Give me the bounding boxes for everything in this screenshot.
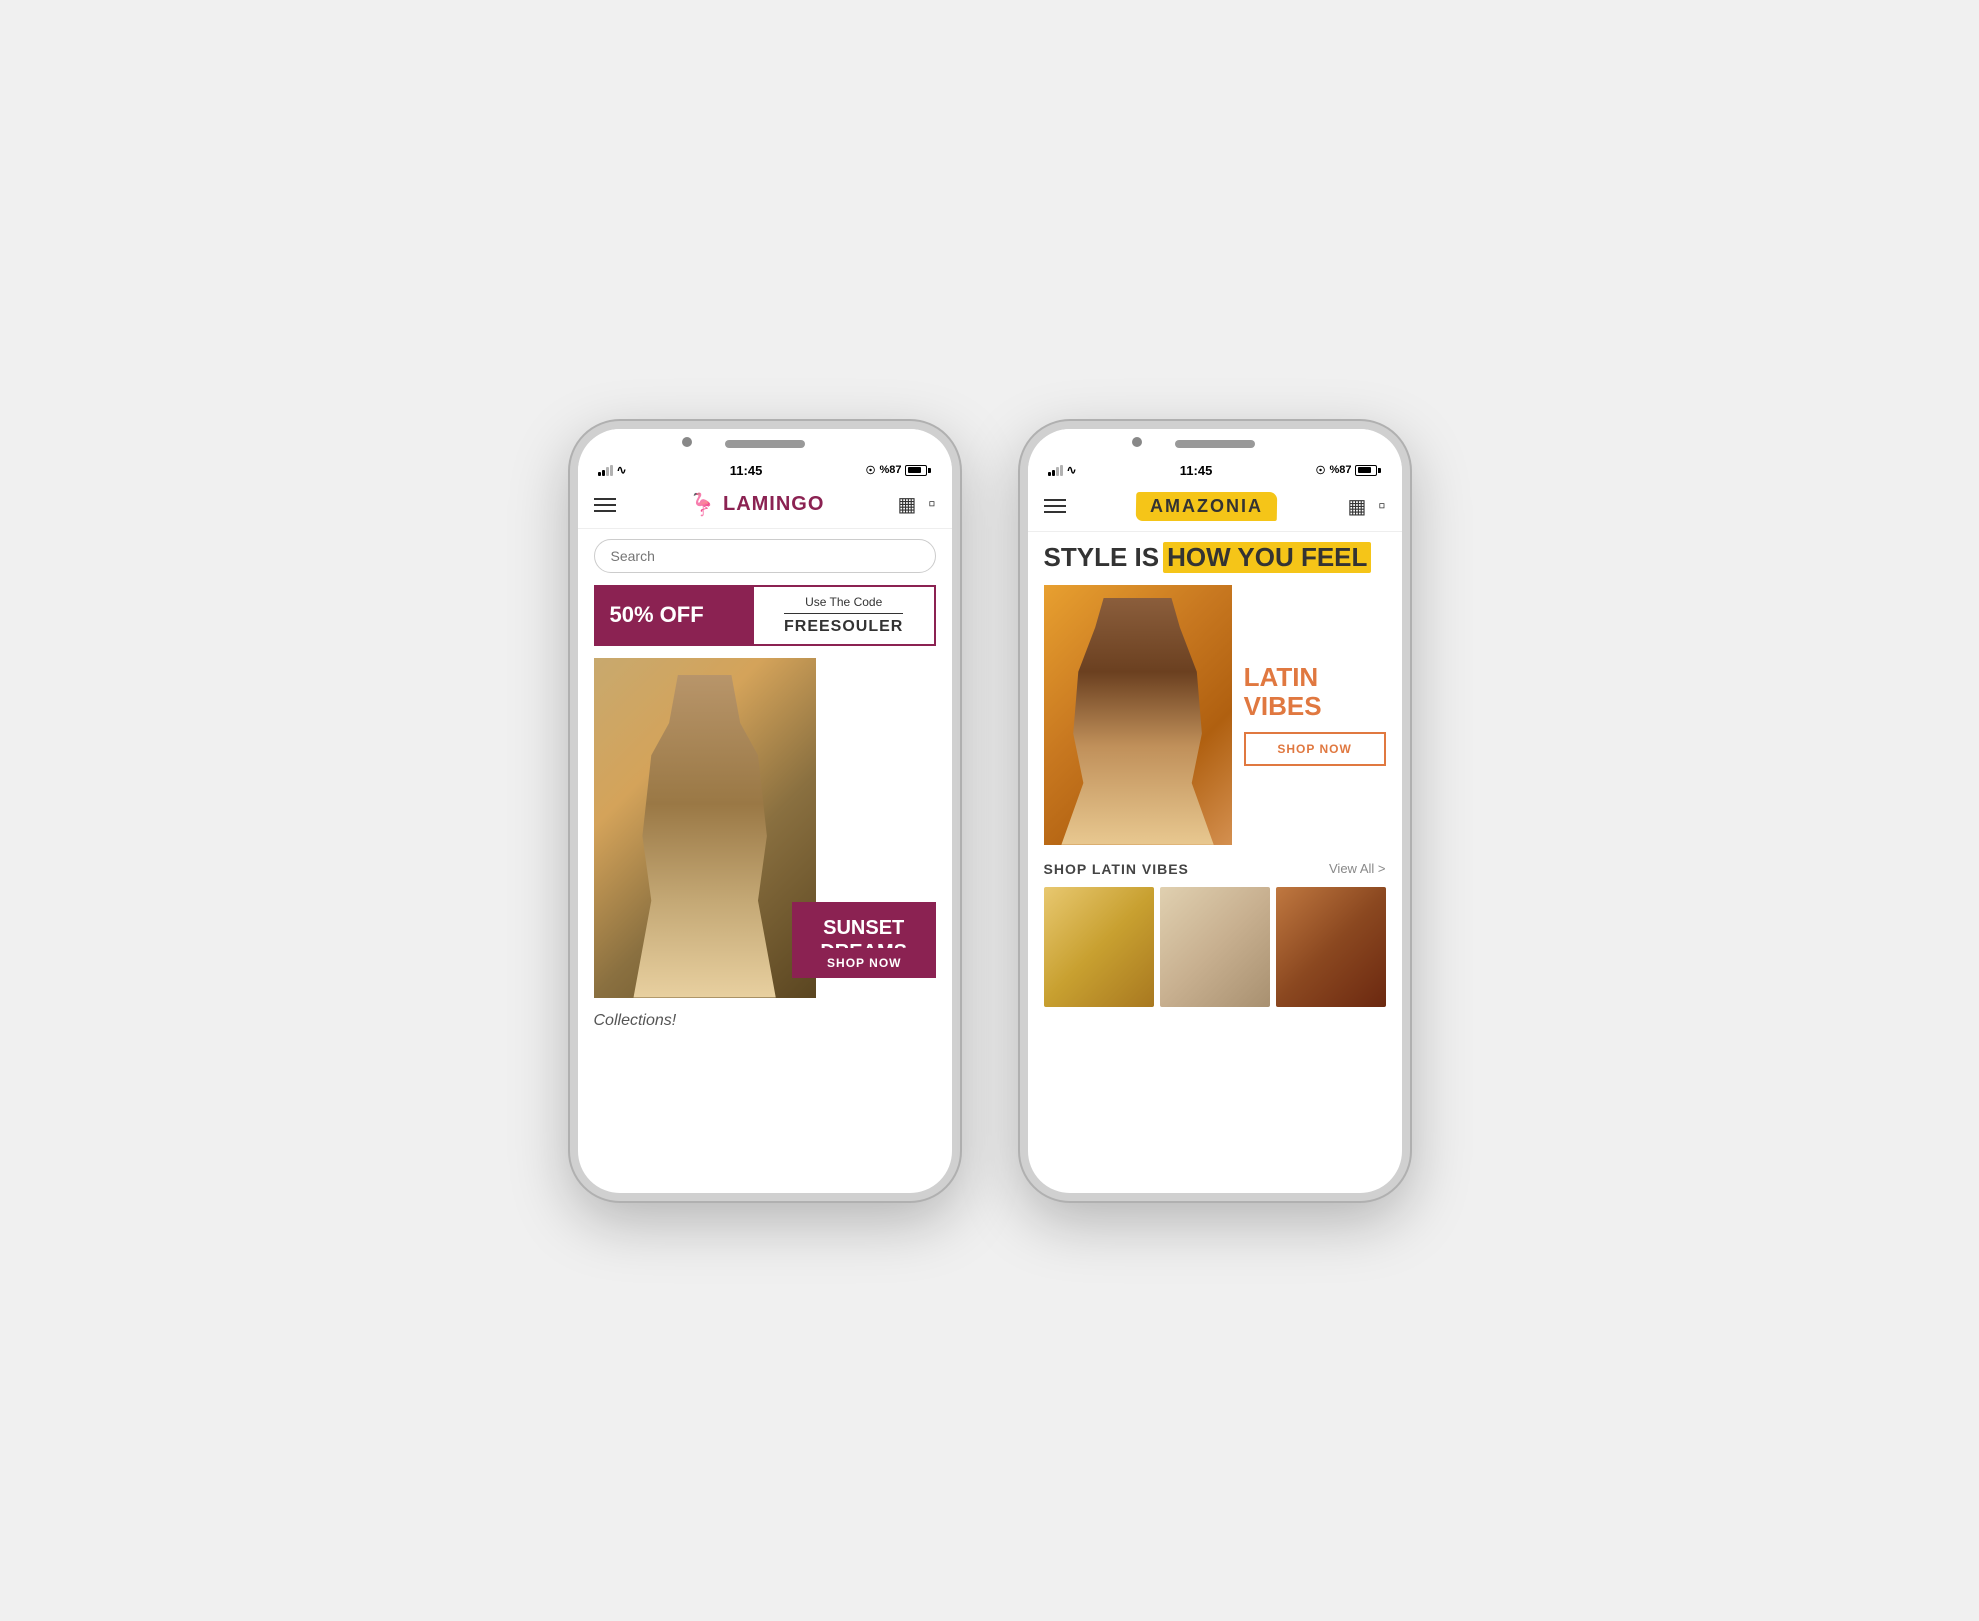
shop-latin-label: SHOP LATIN VIBES bbox=[1044, 861, 1189, 877]
volume-buttons bbox=[570, 529, 574, 581]
speaker bbox=[725, 440, 805, 448]
phone-top-bar bbox=[578, 429, 952, 459]
signal-bars bbox=[598, 465, 613, 476]
promo-code: FREESOULER bbox=[784, 613, 903, 636]
latin-vibes-image bbox=[1044, 585, 1232, 845]
status-right: ☉ %87 bbox=[1316, 464, 1382, 477]
thumb-person-3 bbox=[1276, 887, 1386, 1007]
status-left: ∿ bbox=[598, 463, 627, 477]
signal-bars bbox=[1048, 465, 1063, 476]
wifi-icon: ∿ bbox=[617, 463, 627, 477]
status-bar: ∿ 11:45 ☉ %87 bbox=[578, 459, 952, 482]
chat-icon[interactable]: ▦ bbox=[898, 492, 917, 517]
battery-icon bbox=[905, 465, 931, 476]
location-icon: ☉ bbox=[866, 464, 876, 477]
amazonia-phone: ∿ 11:45 ☉ %87 AMAZONIA bbox=[1020, 421, 1410, 1201]
status-right: ☉ %87 bbox=[866, 464, 932, 477]
volume-down-button bbox=[1020, 559, 1024, 581]
logo-text: AMAZONIA bbox=[1150, 496, 1263, 517]
lamingo-phone: ∿ 11:45 ☉ %87 🦩 LAMINGO ▦ bbox=[570, 421, 960, 1201]
flamingo-icon: 🦩 bbox=[689, 492, 717, 518]
lamingo-header: 🦩 LAMINGO ▦ ▫ bbox=[578, 482, 952, 529]
collection-image bbox=[594, 658, 816, 998]
side-button bbox=[1406, 549, 1410, 581]
volume-up-button bbox=[1020, 529, 1024, 551]
volume-up-button bbox=[570, 529, 574, 551]
amazonia-app: AMAZONIA ▦ ▫ STYLE IS HOW YOU FEEL bbox=[1028, 482, 1402, 1193]
volume-down-button bbox=[570, 559, 574, 581]
campaign-title-line1: LATIN bbox=[1244, 662, 1319, 692]
headline-text: STYLE IS HOW YOU FEEL bbox=[1044, 542, 1386, 573]
amazonia-body: STYLE IS HOW YOU FEEL LATIN VIBES SHOP N… bbox=[1028, 532, 1402, 1193]
headline-part1: STYLE IS bbox=[1044, 542, 1160, 573]
battery-pct: %87 bbox=[1329, 464, 1351, 476]
chat-icon[interactable]: ▦ bbox=[1348, 494, 1367, 519]
shop-latin-row: SHOP LATIN VIBES View All > bbox=[1044, 861, 1386, 877]
headline-section: STYLE IS HOW YOU FEEL bbox=[1044, 542, 1386, 573]
amazonia-logo: AMAZONIA bbox=[1136, 492, 1277, 521]
power-button bbox=[956, 549, 960, 581]
volume-buttons bbox=[1020, 529, 1024, 581]
battery-icon bbox=[1355, 465, 1381, 476]
signal-bar-3 bbox=[606, 467, 609, 476]
latin-vibes-section: LATIN VIBES SHOP NOW bbox=[1044, 585, 1386, 845]
promo-code-label: Use The Code bbox=[805, 595, 882, 609]
latin-vibes-title: LATIN VIBES bbox=[1244, 663, 1386, 720]
signal-bar-2 bbox=[602, 470, 605, 476]
lamingo-logo: 🦩 LAMINGO bbox=[689, 492, 825, 518]
bag-icon[interactable]: ▫ bbox=[928, 493, 935, 516]
header-icons: ▦ ▫ bbox=[898, 492, 936, 517]
collection-title-line1: SUNSET bbox=[823, 917, 904, 939]
menu-button[interactable] bbox=[594, 498, 616, 512]
promo-discount: 50% OFF bbox=[594, 585, 752, 646]
status-bar: ∿ 11:45 ☉ %87 bbox=[1028, 459, 1402, 482]
speaker bbox=[1175, 440, 1255, 448]
status-left: ∿ bbox=[1048, 463, 1077, 477]
wifi-icon: ∿ bbox=[1067, 463, 1077, 477]
amazonia-logo-bg: AMAZONIA bbox=[1136, 492, 1278, 521]
front-camera bbox=[682, 437, 692, 447]
shop-now-button[interactable]: SHOP NOW bbox=[1244, 732, 1386, 766]
collection-banner: SUNSET DREAMS SHOP NOW bbox=[594, 658, 936, 998]
front-camera bbox=[1132, 437, 1142, 447]
signal-bar-4 bbox=[610, 465, 613, 476]
campaign-title-line2: VIBES bbox=[1244, 691, 1322, 721]
phone-top-bar bbox=[1028, 429, 1402, 459]
location-icon: ☉ bbox=[1316, 464, 1326, 477]
battery-pct: %87 bbox=[879, 464, 901, 476]
lamingo-body: 50% OFF Use The Code FREESOULER SUNSET D… bbox=[578, 529, 952, 1193]
menu-button[interactable] bbox=[1044, 499, 1066, 513]
promo-banner: 50% OFF Use The Code FREESOULER bbox=[594, 585, 936, 646]
signal-bar-1 bbox=[598, 472, 601, 476]
collections-label: Collections! bbox=[594, 1012, 936, 1030]
shop-now-button[interactable]: SHOP NOW bbox=[809, 948, 919, 978]
amazonia-header: AMAZONIA ▦ ▫ bbox=[1028, 482, 1402, 532]
product-thumb-1[interactable] bbox=[1044, 887, 1154, 1007]
latin-person-silhouette bbox=[1053, 598, 1222, 845]
logo-text: LAMINGO bbox=[723, 493, 824, 516]
signal-bar-3 bbox=[1056, 467, 1059, 476]
signal-bar-4 bbox=[1060, 465, 1063, 476]
power-button bbox=[1406, 549, 1410, 581]
signal-bar-2 bbox=[1052, 470, 1055, 476]
product-thumb-2[interactable] bbox=[1160, 887, 1270, 1007]
lamingo-app: 🦩 LAMINGO ▦ ▫ 50% OFF Use The Code FREES… bbox=[578, 482, 952, 1193]
thumb-person-1 bbox=[1044, 887, 1154, 1007]
bag-icon[interactable]: ▫ bbox=[1378, 495, 1385, 518]
view-all-link[interactable]: View All > bbox=[1329, 861, 1386, 876]
signal-bar-1 bbox=[1048, 472, 1051, 476]
promo-code-section: Use The Code FREESOULER bbox=[752, 585, 936, 646]
header-icons: ▦ ▫ bbox=[1348, 494, 1386, 519]
side-button bbox=[956, 549, 960, 581]
person-silhouette bbox=[616, 675, 794, 998]
thumb-person-2 bbox=[1160, 887, 1270, 1007]
product-grid bbox=[1044, 887, 1386, 1007]
headline-part2: HOW YOU FEEL bbox=[1163, 542, 1371, 573]
latin-text-column: LATIN VIBES SHOP NOW bbox=[1244, 585, 1386, 845]
product-thumb-3[interactable] bbox=[1276, 887, 1386, 1007]
search-input[interactable] bbox=[594, 539, 936, 573]
status-time: 11:45 bbox=[730, 463, 763, 478]
status-time: 11:45 bbox=[1180, 463, 1213, 478]
